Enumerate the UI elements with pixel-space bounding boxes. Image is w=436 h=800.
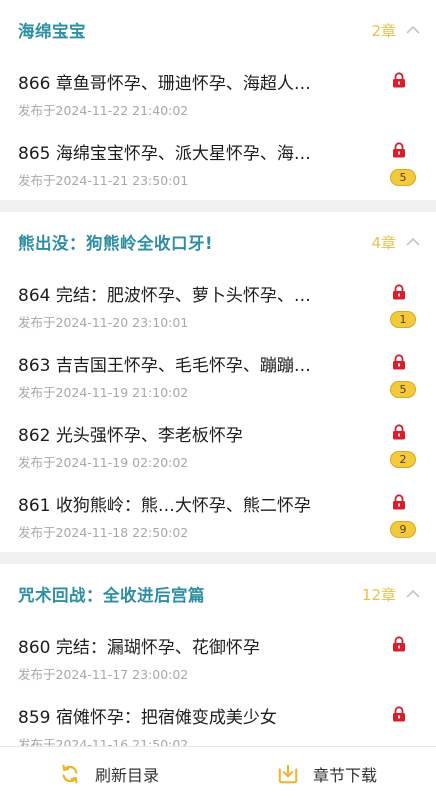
chapter-item[interactable]: 863 吉吉国王怀孕、毛毛怀孕、蹦蹦… 发布于2024-11-19 21:10:… bbox=[0, 342, 436, 412]
chapter-download-label: 章节下载 bbox=[312, 765, 377, 785]
refresh-catalog-label: 刷新目录 bbox=[94, 765, 159, 785]
group-header[interactable]: 咒术回战：全收进后宫篇 12章 bbox=[0, 564, 436, 624]
chapter-item[interactable]: 860 完结：漏瑚怀孕、花御怀孕 发布于2024-11-17 23:00:02 bbox=[0, 624, 436, 694]
refresh-catalog-button[interactable]: 刷新目录 bbox=[0, 747, 218, 800]
group-divider bbox=[0, 552, 436, 564]
group-header[interactable]: 熊出没：狗熊岭全收口牙! 4章 bbox=[0, 212, 436, 272]
bottom-action-bar: 刷新目录 章节下载 bbox=[0, 746, 436, 800]
chapter-publish-date: 发布于2024-11-17 23:00:02 bbox=[18, 667, 189, 682]
group-title: 熊出没：狗熊岭全收口牙! bbox=[18, 234, 214, 253]
chapter-item[interactable]: 865 海绵宝宝怀孕、派大星怀孕、海… 发布于2024-11-21 23:50:… bbox=[0, 130, 436, 200]
refresh-icon bbox=[62, 764, 78, 783]
lock-icon bbox=[393, 494, 405, 510]
lock-icon bbox=[393, 424, 405, 440]
chapter-item[interactable]: 862 光头强怀孕、李老板怀孕 发布于2024-11-19 02:20:02 2 bbox=[0, 412, 436, 482]
chapter-title: 863 吉吉国王怀孕、毛毛怀孕、蹦蹦… bbox=[18, 356, 311, 376]
chapter-title: 866 章鱼哥怀孕、珊迪怀孕、海超人… bbox=[18, 74, 311, 94]
lock-icon bbox=[393, 142, 405, 158]
lock-icon bbox=[393, 354, 405, 370]
group-title: 咒术回战：全收进后宫篇 bbox=[18, 586, 205, 605]
chapter-publish-date: 发布于2024-11-16 21:50:02 bbox=[18, 737, 189, 746]
chapter-publish-date: 发布于2024-11-22 21:40:02 bbox=[18, 103, 189, 118]
chapter-group: 咒术回战：全收进后宫篇 12章 860 完结：漏瑚怀孕、花御怀孕 发布于2024… bbox=[0, 564, 436, 746]
chapter-title: 862 光头强怀孕、李老板怀孕 bbox=[18, 426, 243, 446]
chevron-up-icon[interactable] bbox=[406, 237, 420, 247]
chapter-title: 859 宿傩怀孕：把宿傩变成美少女 bbox=[18, 708, 277, 728]
chapter-publish-date: 发布于2024-11-21 23:50:01 bbox=[18, 173, 189, 188]
chapter-publish-date: 发布于2024-11-19 21:10:02 bbox=[18, 385, 189, 400]
lock-icon bbox=[393, 706, 405, 722]
lock-icon bbox=[393, 636, 405, 652]
download-icon bbox=[278, 764, 298, 783]
chapter-download-button[interactable]: 章节下载 bbox=[218, 747, 436, 800]
chapter-item[interactable]: 864 完结：肥波怀孕、萝卜头怀孕、… 发布于2024-11-20 23:10:… bbox=[0, 272, 436, 342]
chevron-up-icon[interactable] bbox=[406, 589, 420, 599]
chevron-up-icon[interactable] bbox=[406, 25, 420, 35]
group-header[interactable]: 海绵宝宝 2章 bbox=[0, 0, 436, 60]
comment-count-badge: 2 bbox=[390, 451, 416, 468]
group-divider bbox=[0, 200, 436, 212]
group-chapter-count: 4章 bbox=[371, 233, 396, 252]
comment-count-badge: 1 bbox=[390, 311, 416, 328]
comment-count-badge: 5 bbox=[390, 169, 416, 186]
chapter-publish-date: 发布于2024-11-19 02:20:02 bbox=[18, 455, 189, 470]
chapter-title: 864 完结：肥波怀孕、萝卜头怀孕、… bbox=[18, 286, 311, 306]
chapter-title: 865 海绵宝宝怀孕、派大星怀孕、海… bbox=[18, 144, 311, 164]
chapter-item[interactable]: 866 章鱼哥怀孕、珊迪怀孕、海超人… 发布于2024-11-22 21:40:… bbox=[0, 60, 436, 130]
lock-icon bbox=[393, 72, 405, 88]
chapter-item[interactable]: 861 收狗熊岭：熊…大怀孕、熊二怀孕 发布于2024-11-18 22:50:… bbox=[0, 482, 436, 552]
group-chapter-count: 2章 bbox=[371, 21, 396, 40]
group-title: 海绵宝宝 bbox=[18, 22, 86, 41]
chapter-title: 861 收狗熊岭：熊…大怀孕、熊二怀孕 bbox=[18, 496, 311, 516]
lock-icon bbox=[393, 284, 405, 300]
chapter-publish-date: 发布于2024-11-20 23:10:01 bbox=[18, 315, 189, 330]
chapter-group: 熊出没：狗熊岭全收口牙! 4章 864 完结：肥波怀孕、萝卜头怀孕、… 发布于2… bbox=[0, 212, 436, 552]
chapter-group: 海绵宝宝 2章 866 章鱼哥怀孕、珊迪怀孕、海超人… 发布于2024-11-2… bbox=[0, 0, 436, 200]
chapter-list[interactable]: 海绵宝宝 2章 866 章鱼哥怀孕、珊迪怀孕、海超人… 发布于2024-11-2… bbox=[0, 0, 436, 746]
comment-count-badge: 9 bbox=[390, 521, 416, 538]
comment-count-badge: 5 bbox=[390, 381, 416, 398]
chapter-title: 860 完结：漏瑚怀孕、花御怀孕 bbox=[18, 638, 260, 658]
chapter-item[interactable]: 859 宿傩怀孕：把宿傩变成美少女 发布于2024-11-16 21:50:02 bbox=[0, 694, 436, 746]
chapter-publish-date: 发布于2024-11-18 22:50:02 bbox=[18, 525, 189, 540]
group-chapter-count: 12章 bbox=[361, 585, 396, 604]
